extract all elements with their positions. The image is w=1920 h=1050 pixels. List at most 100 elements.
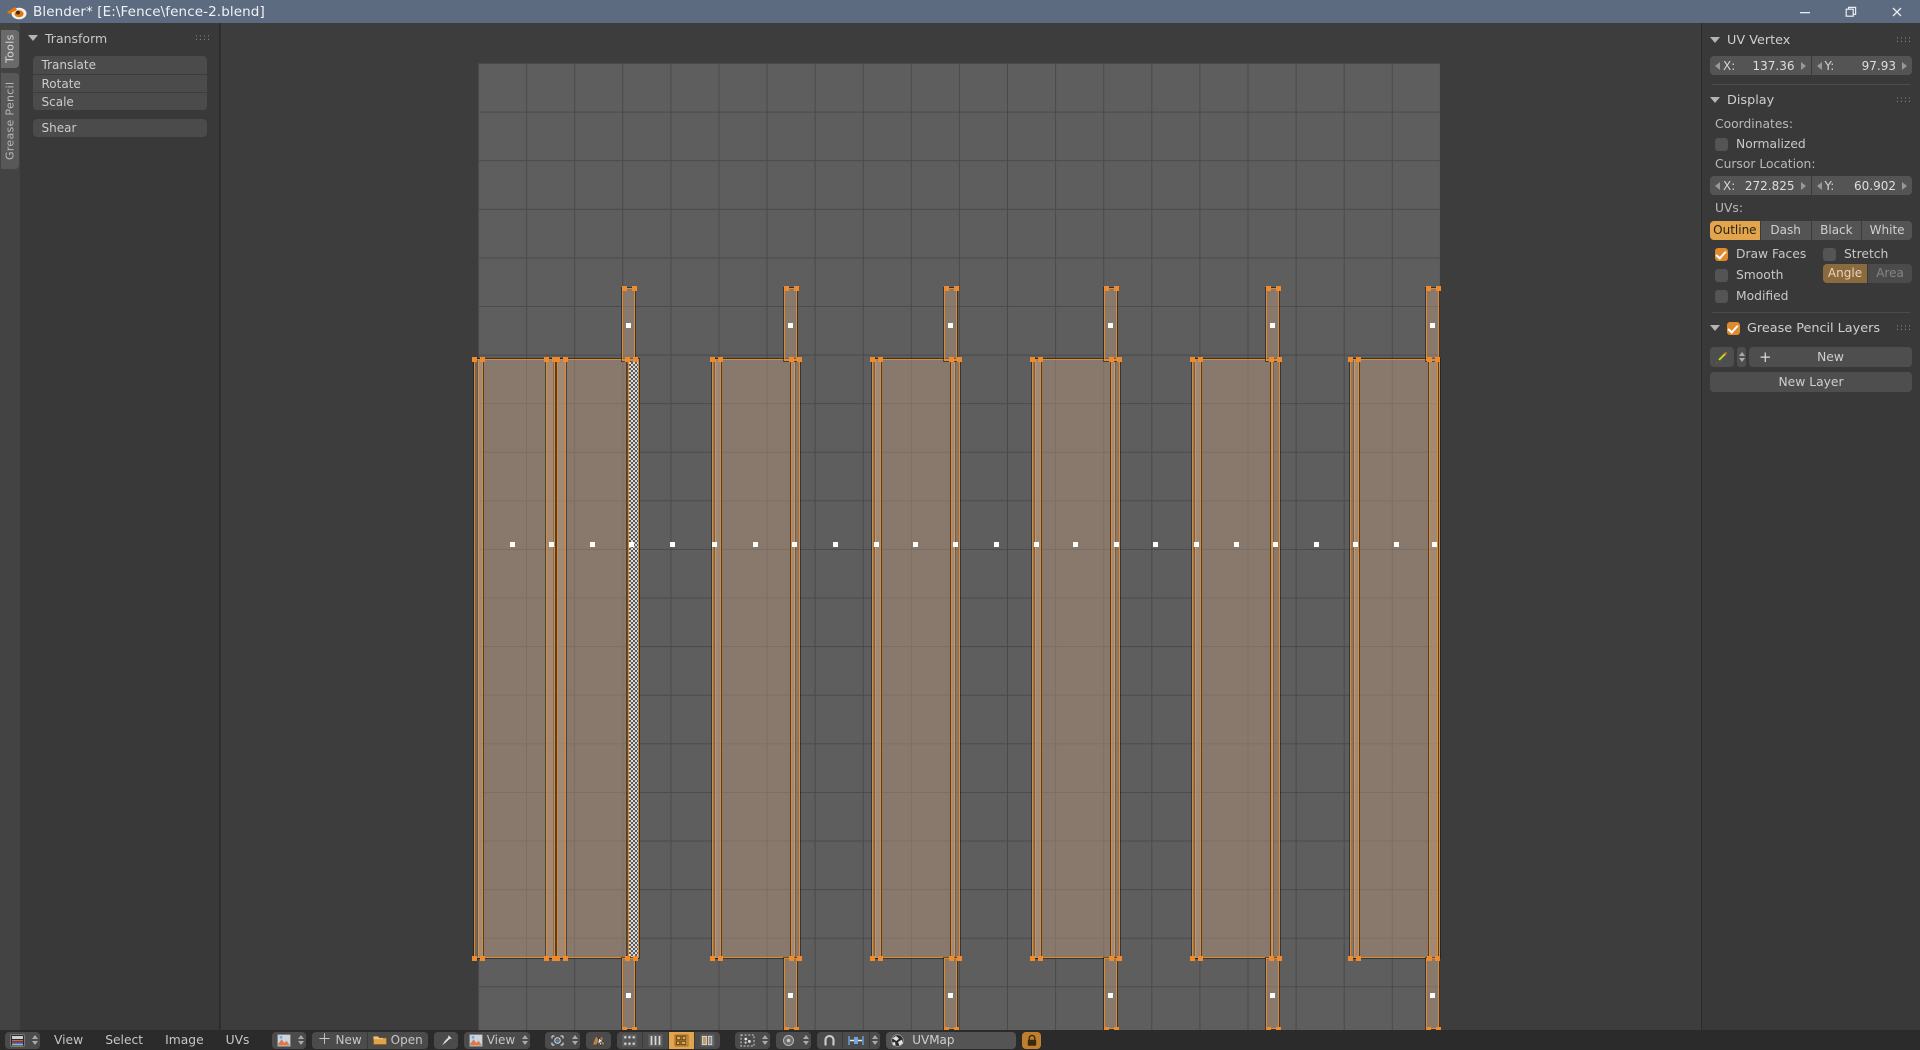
uv-vertex-handle[interactable] <box>472 357 477 362</box>
proportional-falloff-spinner[interactable] <box>870 1031 881 1049</box>
increment-arrow-icon[interactable] <box>1800 181 1806 190</box>
uv-island-panel-5[interactable] <box>1034 358 1116 959</box>
uv-vertex-handle[interactable] <box>1269 357 1274 362</box>
rotate-button[interactable]: Rotate <box>32 74 207 92</box>
decrement-arrow-icon[interactable] <box>1816 61 1822 70</box>
scale-button[interactable]: Scale <box>32 92 207 110</box>
menu-view[interactable]: View <box>43 1030 94 1050</box>
uv-vertex-handle[interactable] <box>949 956 954 961</box>
uv-face-center-dot-main-4[interactable] <box>629 542 634 547</box>
pin-icon[interactable] <box>434 1032 458 1049</box>
uv-face-center-dot-main-13[interactable] <box>994 542 999 547</box>
uv-vertex-handle[interactable] <box>949 357 954 362</box>
uv-vertex-handle[interactable] <box>625 357 630 362</box>
pin-image-button[interactable] <box>433 1031 458 1049</box>
drag-grip-icon[interactable]: :::: <box>1896 323 1912 332</box>
pivot-point-icon[interactable] <box>776 1032 801 1049</box>
uv-vertex-handle[interactable] <box>784 286 789 291</box>
grease-pencil-datablock-spinner[interactable] <box>1737 347 1746 367</box>
menu-select[interactable]: Select <box>94 1030 154 1050</box>
uv-vertex-handle[interactable] <box>710 956 715 961</box>
grease-pencil-layers-header[interactable]: Grease Pencil Layers :::: <box>1702 317 1920 339</box>
uv-island-post-strip-3[interactable] <box>556 358 567 959</box>
stretch-checkbox[interactable] <box>1823 247 1836 261</box>
decrement-arrow-icon[interactable] <box>1715 61 1720 70</box>
modified-checkbox[interactable] <box>1715 289 1728 303</box>
uv-island-post-strip-1[interactable] <box>473 358 484 959</box>
uv-map-field[interactable]: UVMap <box>886 1031 1017 1049</box>
proportional-edit-icon[interactable] <box>843 1032 869 1049</box>
image-datablock-browse[interactable] <box>272 1031 307 1049</box>
uv-vertex-handle[interactable] <box>625 956 630 961</box>
uv-face-center-dot-top-2[interactable] <box>788 323 793 328</box>
uv-face-center-dot-main-6[interactable] <box>712 542 717 547</box>
uv-face-center-dot-top-3[interactable] <box>948 323 953 328</box>
decrement-arrow-icon[interactable] <box>1715 181 1720 190</box>
transform-panel-header[interactable]: Transform :::: <box>20 28 219 48</box>
uv-vertex-handle[interactable] <box>718 357 723 362</box>
uv-face-center-dot-bottom-6[interactable] <box>1430 993 1435 998</box>
uv-island-panel-4[interactable] <box>874 358 956 959</box>
uv-vertex-handle[interactable] <box>789 956 794 961</box>
uv-face-center-dot-main-16[interactable] <box>1114 542 1119 547</box>
uv-sync-selection-button[interactable] <box>586 1031 612 1049</box>
uv-island-panel-6[interactable] <box>1194 358 1274 959</box>
uv-face-center-dot-top-1[interactable] <box>626 323 631 328</box>
uv-vertex-handle[interactable] <box>870 956 875 961</box>
smooth-checkbox-row[interactable]: Smooth <box>1715 268 1823 282</box>
uv-vertex-handle[interactable] <box>878 956 883 961</box>
display-panel-header[interactable]: Display :::: <box>1702 89 1920 111</box>
uv-vertex-handle[interactable] <box>563 956 568 961</box>
image-datablock-spinner[interactable] <box>296 1031 307 1049</box>
uv-vertex-handle[interactable] <box>954 286 959 291</box>
uv-face-center-dot-main-14[interactable] <box>1034 542 1039 547</box>
uv-vertex-handle[interactable] <box>870 357 875 362</box>
uv-face-center-dot-main-11[interactable] <box>913 542 918 547</box>
uv-island-post-strip-10[interactable] <box>1110 358 1121 959</box>
uv-face-center-dot-main-1[interactable] <box>510 542 515 547</box>
uv-face-center-dot-main-15[interactable] <box>1073 542 1078 547</box>
uv-style-dash-button[interactable]: Dash <box>1759 221 1811 240</box>
uv-vertex-handle[interactable] <box>797 357 802 362</box>
uv-vertex-handle[interactable] <box>472 956 477 961</box>
uv-face-center-dot-main-22[interactable] <box>1353 542 1358 547</box>
uv-face-center-dot-main-3[interactable] <box>590 542 595 547</box>
uv-face-center-dot-main-12[interactable] <box>953 542 958 547</box>
increment-arrow-icon[interactable] <box>1902 61 1907 70</box>
pivot-point-spinner[interactable] <box>801 1031 812 1049</box>
uv-face-center-dot-top-5[interactable] <box>1270 323 1275 328</box>
uv-vertex-handle[interactable] <box>633 357 638 362</box>
uv-island-post-strip-14[interactable] <box>1428 358 1439 959</box>
uv-face-center-dot-main-9[interactable] <box>833 542 838 547</box>
uv-vertex-handle[interactable] <box>797 956 802 961</box>
uv-face-center-dot-main-2[interactable] <box>549 542 554 547</box>
translate-button[interactable]: Translate <box>32 56 207 74</box>
uv-island-post-strip-7[interactable] <box>871 358 882 959</box>
uv-face-center-dot-bottom-3[interactable] <box>948 993 953 998</box>
uv-vertex-handle[interactable] <box>957 956 962 961</box>
uv-vertex-handle[interactable] <box>1277 956 1282 961</box>
uv-face-center-dot-bottom-5[interactable] <box>1270 993 1275 998</box>
new-image-button[interactable]: ＋ New <box>312 1032 366 1049</box>
image-data-icon[interactable] <box>272 1032 296 1049</box>
sticky-selection-icon[interactable] <box>735 1032 760 1049</box>
uv-vertex-handle[interactable] <box>555 956 560 961</box>
uv-vertex-y-field[interactable]: Y: 97.93 <box>1810 56 1912 75</box>
uv-vertex-handle[interactable] <box>1198 357 1203 362</box>
uv-vertex-handle[interactable] <box>1269 956 1274 961</box>
uv-vertex-handle[interactable] <box>1198 956 1203 961</box>
uv-island-panel-7[interactable] <box>1353 358 1441 959</box>
grease-pencil-enable-checkbox[interactable] <box>1727 321 1740 335</box>
sidebar-tab-tools[interactable]: Tools <box>1 30 19 68</box>
uv-vertex-handle[interactable] <box>1348 357 1353 362</box>
uv-vertex-handle[interactable] <box>622 286 627 291</box>
uv-face-center-dot-main-5[interactable] <box>670 542 675 547</box>
uv-vertex-handle[interactable] <box>1109 956 1114 961</box>
draw-faces-checkbox[interactable] <box>1715 247 1728 261</box>
uv-island-post-strip-9[interactable] <box>1031 358 1042 959</box>
draw-faces-checkbox-row[interactable]: Draw Faces <box>1715 247 1823 261</box>
uv-face-center-dot-main-19[interactable] <box>1234 542 1239 547</box>
uv-vertex-handle[interactable] <box>1348 956 1353 961</box>
restore-icon[interactable] <box>1828 0 1874 23</box>
close-icon[interactable] <box>1874 0 1920 23</box>
